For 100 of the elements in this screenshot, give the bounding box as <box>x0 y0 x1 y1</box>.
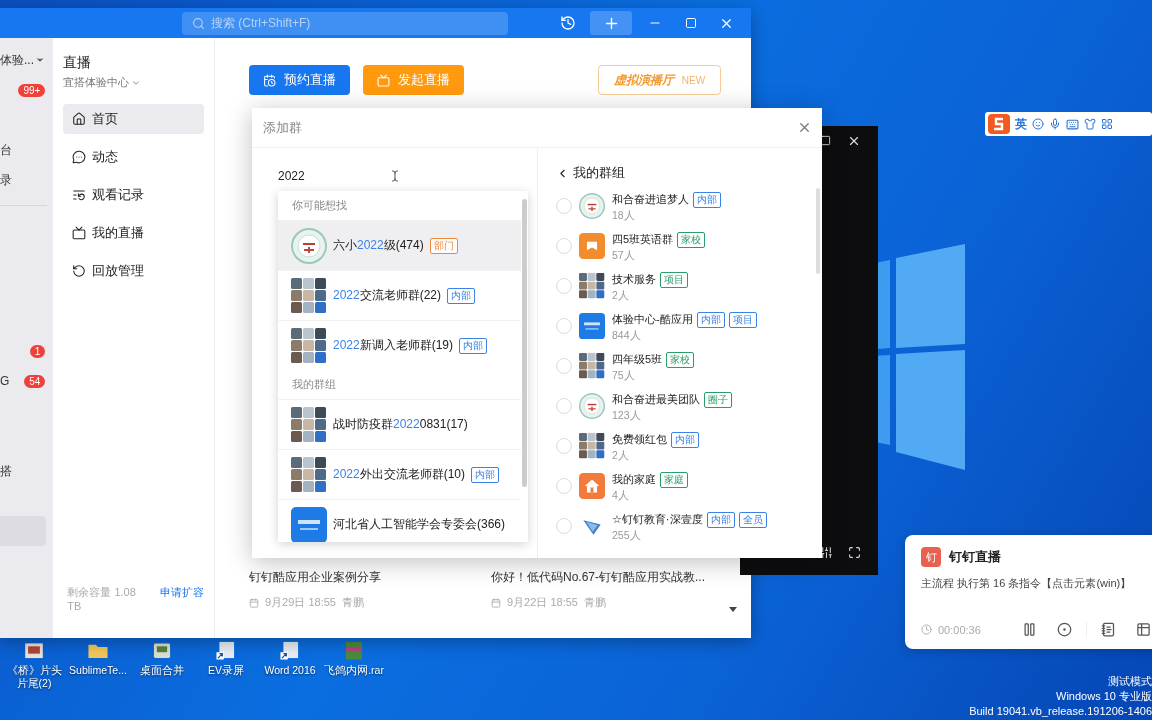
nav-item[interactable]: 首页 <box>63 104 204 134</box>
action-button[interactable]: 预约直播 <box>249 65 350 95</box>
file-label[interactable]: 桌面合并 <box>140 664 184 677</box>
mic-icon[interactable] <box>1049 118 1061 130</box>
group-name: 河北省人工智能学会专委会(366) <box>333 516 505 533</box>
file-label[interactable]: Word 2016 <box>264 664 316 677</box>
shirt-icon[interactable] <box>1084 118 1096 130</box>
list-title: 我的群组 <box>573 164 625 182</box>
group-avatar <box>579 353 605 379</box>
maximize-icon[interactable] <box>820 135 831 146</box>
suggestion-item[interactable]: 2022交流老师群(22) 内部 <box>278 270 521 320</box>
os-build-text: 测试模式 <box>1108 674 1152 689</box>
group-tag: 全员 <box>738 511 767 528</box>
select-radio[interactable] <box>556 318 572 334</box>
input-mode[interactable]: 英 <box>1015 115 1027 133</box>
search-icon <box>192 16 205 30</box>
history-icon <box>560 15 576 31</box>
select-radio[interactable] <box>556 518 572 534</box>
add-button[interactable] <box>590 11 632 35</box>
suggestion-item[interactable]: 战时防疫群20220831(17) <box>278 399 521 449</box>
member-count: 57人 <box>612 248 636 261</box>
org-label[interactable]: 台 <box>0 141 12 159</box>
close-icon[interactable] <box>847 134 861 148</box>
file-label[interactable]: SublimeTe... <box>69 664 127 677</box>
select-radio[interactable] <box>556 198 572 214</box>
suggestion-item[interactable]: 2022外出交流老师群(10) 内部 <box>278 449 521 499</box>
nav-item[interactable]: 我的直播 <box>63 218 204 248</box>
group-avatar <box>579 393 605 419</box>
emoji-icon[interactable] <box>1032 118 1044 130</box>
member-count: 844人 <box>612 328 642 341</box>
history-button[interactable] <box>560 15 576 31</box>
unread-badge: 54 <box>24 374 46 388</box>
file-label[interactable]: 飞鸽内网.rar <box>324 664 384 677</box>
os-build-text: Build 19041.vb_release.191206-1406 <box>969 704 1152 719</box>
select-radio[interactable] <box>556 238 572 254</box>
org-label[interactable]: 搭 <box>0 462 12 480</box>
org-label[interactable]: G <box>0 374 10 388</box>
group-avatar <box>291 277 327 314</box>
tv-icon <box>72 226 87 240</box>
select-radio[interactable] <box>556 478 572 494</box>
select-radio[interactable] <box>556 438 572 454</box>
select-radio[interactable] <box>556 278 572 294</box>
ime-logo-icon[interactable] <box>988 114 1010 134</box>
group-tag: 项目 <box>728 311 757 328</box>
group-name: 体验中心-酷应用 <box>612 312 693 327</box>
pause-icon <box>1022 622 1037 637</box>
select-radio[interactable] <box>556 358 572 374</box>
close-button[interactable] <box>797 120 812 135</box>
group-name: 我的家庭 <box>612 472 656 487</box>
org-label[interactable]: 录 <box>0 171 12 189</box>
group-name: 免费领红包 <box>612 432 667 447</box>
group-avatar <box>579 433 605 459</box>
group-avatar <box>291 406 327 443</box>
card-title[interactable]: 钉钉酷应用企业案例分享 <box>249 569 491 586</box>
group-avatar <box>291 506 327 542</box>
os-build-text: Windows 10 专业版 <box>1056 689 1152 704</box>
grid-icon[interactable] <box>1101 118 1113 130</box>
member-count: 2人 <box>612 448 630 461</box>
search-input[interactable]: 2022 <box>278 169 305 183</box>
calendar-icon <box>491 597 501 608</box>
file-label[interactable]: 《桥》片头片尾(2) <box>4 664 64 690</box>
group-tag: 内部 <box>693 191 721 208</box>
group-avatar <box>291 227 327 264</box>
sliders-icon[interactable] <box>820 546 833 559</box>
fullscreen-icon[interactable] <box>848 546 861 559</box>
group-tag: 部门 <box>429 237 458 254</box>
nav-item[interactable]: 观看记录 <box>63 180 204 210</box>
replay-icon <box>72 264 87 278</box>
group-avatar <box>579 193 605 219</box>
card-title[interactable]: 你好！低代码No.67-钉钉酷应用实战教... <box>491 569 721 586</box>
app-icon: 钉 <box>921 547 941 567</box>
select-radio[interactable] <box>556 398 572 414</box>
group-tag: 圈子 <box>704 391 732 408</box>
group-avatar <box>579 273 605 299</box>
card-author: 青鹏 <box>583 595 606 610</box>
suggestion-item[interactable]: 河北省人工智能学会专委会(366) <box>278 499 521 542</box>
group-tag: 内部 <box>459 337 488 354</box>
group-tag: 家庭 <box>660 471 688 488</box>
expand-link[interactable]: 申请扩容 <box>160 585 204 612</box>
group-name: 四年级5班 <box>612 352 663 367</box>
group-tag: 内部 <box>471 466 500 483</box>
section-heading: 你可能想找 <box>292 198 347 213</box>
file-icon[interactable] <box>279 639 301 661</box>
keyboard-icon[interactable] <box>1066 117 1079 131</box>
card-date: 9月29日 18:55 <box>265 595 336 610</box>
suggestion-item[interactable]: 六小2022级(474) 部门 <box>278 220 521 270</box>
suggestion-item[interactable]: 2022新调入老师群(19) 内部 <box>278 320 521 370</box>
member-count: 255人 <box>612 528 642 541</box>
file-label[interactable]: EV录屏 <box>208 664 244 677</box>
notes-button[interactable] <box>1086 622 1116 637</box>
maximize-button[interactable] <box>685 17 697 29</box>
group-tag: 项目 <box>660 271 688 288</box>
org-switcher[interactable]: 宜搭体验中心 <box>63 75 204 90</box>
file-icon[interactable] <box>215 639 237 661</box>
org-label[interactable]: 体验... <box>0 51 34 69</box>
member-count: 4人 <box>612 488 630 501</box>
group-name: 四5班英语群 <box>612 232 674 247</box>
nav-item[interactable]: 回放管理 <box>63 256 204 286</box>
scroll-arrow-icon[interactable] <box>729 607 737 612</box>
nav-item[interactable]: 动态 <box>63 142 204 172</box>
